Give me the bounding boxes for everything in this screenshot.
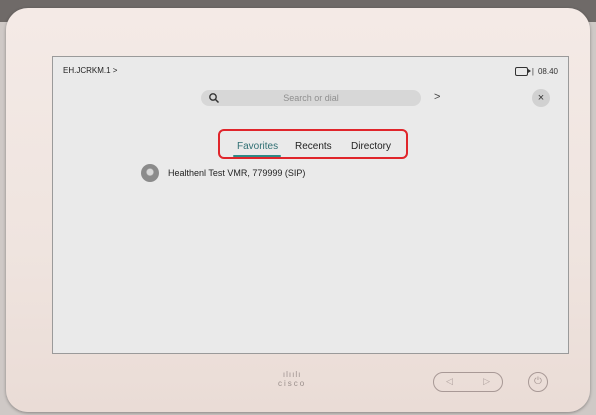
search-go-chevron-icon[interactable]: > [434, 91, 440, 103]
clock: 08.40 [537, 67, 558, 76]
search-placeholder: Search or dial [283, 93, 339, 103]
search-input[interactable]: Search or dial [201, 90, 421, 106]
contact-name: Healthenl Test VMR, 779999 (SIP) [168, 168, 306, 178]
breadcrumb[interactable]: EH.JCRKM.1 > [63, 66, 117, 75]
cisco-wordmark: cisco [278, 379, 307, 388]
volume-down-icon[interactable]: ◁ [446, 376, 453, 387]
tabs-highlight-box: Favorites Recents Directory [218, 129, 408, 159]
camera-icon [514, 67, 531, 76]
contact-avatar [141, 164, 159, 182]
close-button[interactable]: × [532, 89, 550, 107]
tab-recents[interactable]: Recents [295, 141, 332, 152]
active-tab-indicator [233, 155, 281, 157]
volume-rocker[interactable]: ◁ ▷ [433, 372, 503, 392]
cisco-logo: ılıılı cisco [278, 370, 307, 389]
favorite-list-item[interactable]: Healthenl Test VMR, 779999 (SIP) [141, 164, 305, 182]
power-button[interactable]: ⏻ [528, 372, 548, 392]
status-separator: | [531, 67, 534, 76]
touch-panel-device: EH.JCRKM.1 > | 08.40 Search or dial > × … [6, 8, 590, 412]
tab-directory[interactable]: Directory [351, 141, 391, 152]
status-bar: | 08.40 [514, 67, 558, 76]
search-icon [209, 93, 220, 104]
tab-favorites[interactable]: Favorites [237, 141, 278, 152]
cisco-logo-bars: ılıılı [282, 370, 302, 379]
screen: EH.JCRKM.1 > | 08.40 Search or dial > × … [52, 56, 569, 354]
volume-up-icon[interactable]: ▷ [483, 376, 490, 387]
